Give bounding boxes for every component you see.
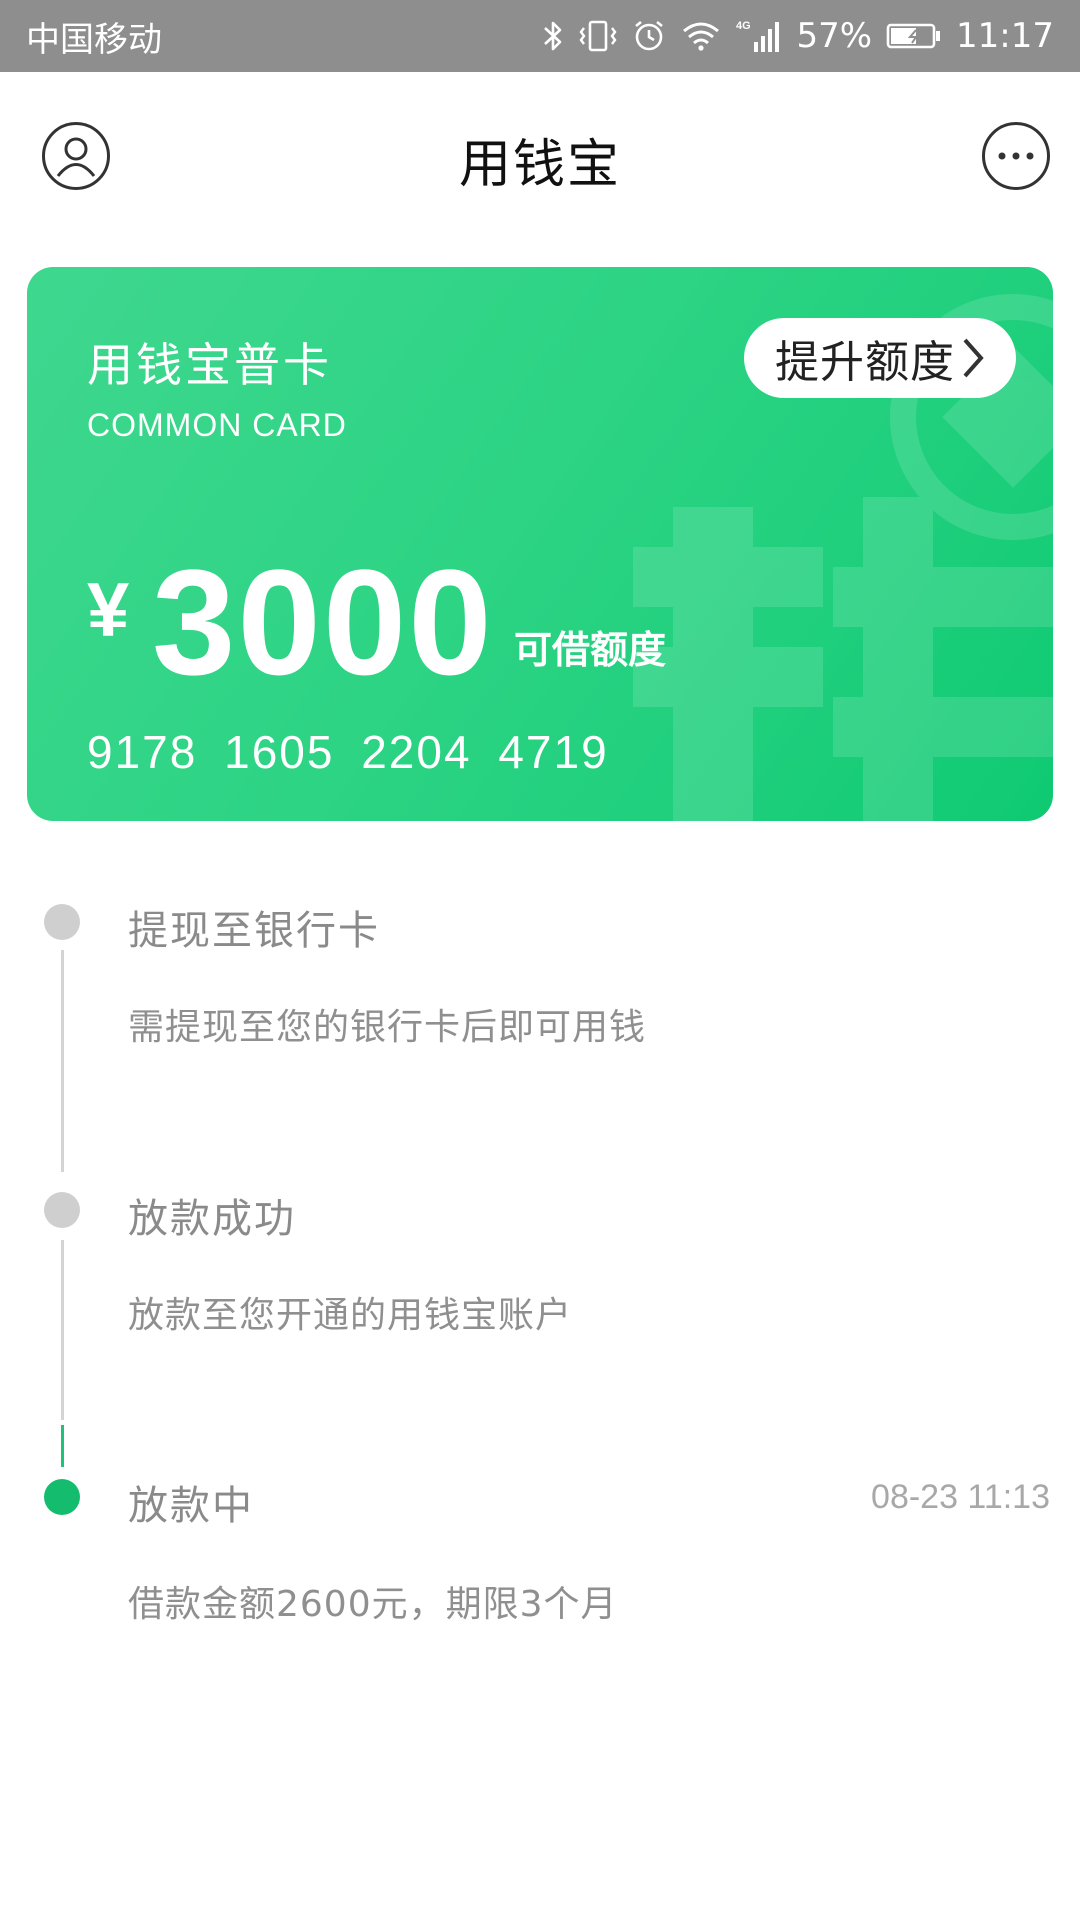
status-bar: 中国移动 4G 57% 11:17 (0, 0, 1080, 72)
credit-amount-label: 可借额度 (514, 628, 667, 672)
battery-percent: 57% (796, 16, 873, 56)
timeline-step-description: 需提现至您的银行卡后即可用钱 (128, 1007, 647, 1048)
bluetooth-icon (542, 16, 564, 56)
wifi-icon (680, 16, 722, 56)
alarm-icon (632, 16, 666, 56)
timeline-step-description: 放款至您开通的用钱宝账户 (128, 1295, 573, 1336)
upgrade-limit-button[interactable]: 提升额度 (744, 318, 1016, 398)
more-icon (998, 152, 1034, 160)
clock-time: 11:17 (956, 16, 1054, 56)
chevron-right-icon (961, 336, 985, 380)
progress-timeline: 提现至银行卡 需提现至您的银行卡后即可用钱 放款成功 放款至您开通的用钱宝账户 … (0, 870, 1080, 1670)
signal-icon: 4G (736, 16, 782, 56)
timeline-dot-active (44, 1479, 80, 1515)
card-number: 9178 1605 2204 4719 (87, 726, 609, 778)
screen: 中国移动 4G 57% 11:17 用钱宝 用钱宝普卡 COMMON CARD … (0, 0, 1080, 1920)
card-name: 用钱宝普卡 (87, 338, 332, 392)
more-button[interactable] (982, 122, 1050, 190)
credit-amount: 3000 (152, 538, 494, 706)
status-left: 中国移动 (26, 12, 162, 61)
carrier-label: 中国移动 (26, 19, 162, 60)
vibrate-icon (578, 16, 618, 56)
currency-symbol: ¥ (87, 568, 130, 653)
upgrade-limit-label: 提升额度 (775, 337, 955, 388)
timeline-dot (44, 1192, 80, 1228)
timeline-connector (61, 1240, 64, 1420)
timeline-step-title: 放款中 (128, 1483, 254, 1529)
timeline-step-time: 08-23 11:13 (871, 1478, 1050, 1516)
timeline-connector-active (61, 1425, 64, 1467)
timeline-step-title: 提现至银行卡 (128, 908, 380, 954)
network-type-label: 4G (736, 20, 751, 32)
timeline-step-title: 放款成功 (128, 1196, 296, 1242)
card-subtitle: COMMON CARD (87, 407, 347, 443)
status-right: 4G 57% 11:17 (542, 16, 1054, 56)
timeline-dot (44, 904, 80, 940)
timeline-connector (61, 950, 64, 1172)
timeline-step-description: 借款金额2600元，期限3个月 (128, 1584, 618, 1625)
credit-card: 用钱宝普卡 COMMON CARD 提升额度 ¥ 3000 可借额度 9178 … (27, 267, 1053, 821)
battery-icon (886, 16, 942, 56)
app-header: 用钱宝 (0, 72, 1080, 242)
page-title: 用钱宝 (458, 135, 621, 195)
